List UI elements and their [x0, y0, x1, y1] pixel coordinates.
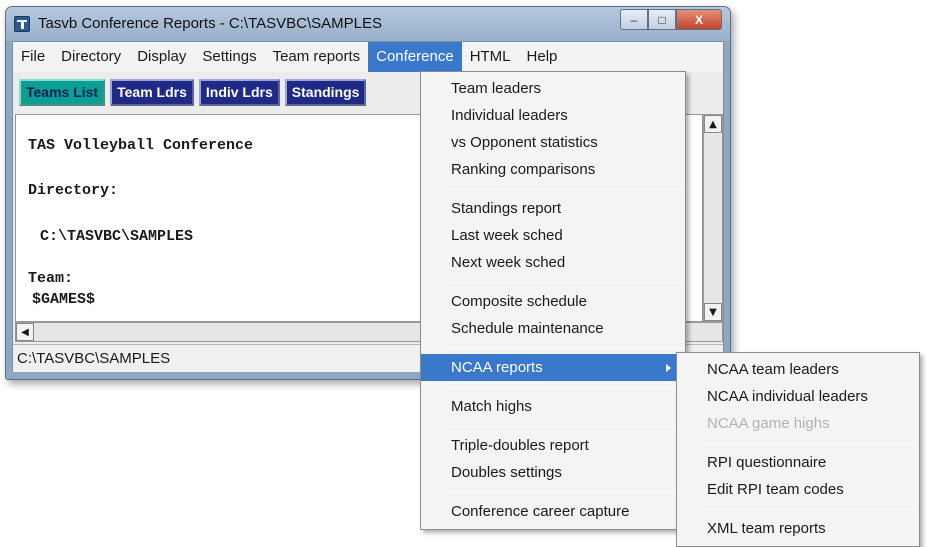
standings-button[interactable]: Standings: [284, 78, 367, 106]
menu-item-vs-opponent-statistics[interactable]: vs Opponent statistics: [421, 129, 685, 156]
menu-item-edit-rpi-team-codes[interactable]: Edit RPI team codes: [677, 476, 919, 503]
menu-item-ncaa-reports[interactable]: NCAA reports: [421, 354, 685, 381]
scroll-up-arrow-icon[interactable]: ▲: [704, 115, 722, 133]
minimize-button[interactable]: –: [620, 9, 648, 30]
menu-item-ncaa-team-leaders[interactable]: NCAA team leaders: [677, 356, 919, 383]
menu-item-standings-report[interactable]: Standings report: [421, 195, 685, 222]
menu-separator: [447, 387, 683, 388]
menu-item-last-week-sched[interactable]: Last week sched: [421, 222, 685, 249]
menu-team-reports[interactable]: Team reports: [265, 42, 369, 72]
menu-item-next-week-sched[interactable]: Next week sched: [421, 249, 685, 276]
teams-list-button[interactable]: Teams List: [19, 78, 106, 106]
team-value: $GAMES$: [32, 291, 96, 308]
app-icon[interactable]: [14, 16, 30, 32]
menu-item-conference-career-capture[interactable]: Conference career capture: [421, 498, 685, 525]
window-title: Tasvb Conference Reports - C:\TASVBC\SAM…: [38, 15, 383, 32]
menu-separator: [447, 282, 683, 283]
menu-item-individual-leaders[interactable]: Individual leaders: [421, 102, 685, 129]
menu-item-doubles-settings[interactable]: Doubles settings: [421, 459, 685, 486]
title-bar[interactable]: Tasvb Conference Reports - C:\TASVBC\SAM…: [6, 7, 730, 41]
menu-item-composite-schedule[interactable]: Composite schedule: [421, 288, 685, 315]
menu-file[interactable]: File: [13, 42, 53, 72]
scroll-down-arrow-icon[interactable]: ▼: [704, 303, 722, 321]
menu-item-match-highs[interactable]: Match highs: [421, 393, 685, 420]
menu-help[interactable]: Help: [519, 42, 566, 72]
menu-item-xml-team-reports[interactable]: XML team reports: [677, 515, 919, 542]
menu-item-triple-doubles-report[interactable]: Triple-doubles report: [421, 432, 685, 459]
team-label: Team:: [28, 270, 74, 287]
menu-separator: [447, 348, 683, 349]
menu-separator: [447, 189, 683, 190]
submenu-arrow-icon: [666, 364, 671, 372]
menu-display[interactable]: Display: [129, 42, 194, 72]
menu-directory[interactable]: Directory: [53, 42, 129, 72]
window-controls: – □ X: [620, 9, 722, 30]
menu-conference[interactable]: Conference: [368, 42, 462, 72]
menu-item-ncaa-individual-leaders[interactable]: NCAA individual leaders: [677, 383, 919, 410]
maximize-button[interactable]: □: [648, 9, 676, 30]
menu-separator: [703, 443, 917, 444]
directory-value: C:\TASVBC\SAMPLES: [40, 228, 194, 245]
directory-label: Directory:: [28, 182, 119, 199]
menu-item-schedule-maintenance[interactable]: Schedule maintenance: [421, 315, 685, 342]
ncaa-submenu: NCAA team leaders NCAA individual leader…: [676, 352, 920, 547]
menu-item-ncaa-reports-label: NCAA reports: [451, 359, 543, 376]
vertical-scrollbar[interactable]: ▲ ▼: [703, 114, 723, 322]
scroll-left-arrow-icon[interactable]: ◀: [16, 323, 34, 341]
menu-separator: [703, 509, 917, 510]
individual-leaders-button[interactable]: Indiv Ldrs: [198, 78, 280, 106]
team-leaders-button[interactable]: Team Ldrs: [110, 78, 194, 106]
menu-item-team-leaders[interactable]: Team leaders: [421, 75, 685, 102]
menu-bar: File Directory Display Settings Team rep…: [13, 42, 723, 72]
menu-item-ncaa-game-highs: NCAA game highs: [707, 415, 830, 432]
menu-settings[interactable]: Settings: [194, 42, 264, 72]
menu-item-ranking-comparisons[interactable]: Ranking comparisons: [421, 156, 685, 183]
menu-separator: [447, 492, 683, 493]
close-button[interactable]: X: [676, 9, 722, 30]
menu-separator: [447, 426, 683, 427]
conference-menu: Team leaders Individual leaders vs Oppon…: [420, 71, 686, 530]
conference-heading: TAS Volleyball Conference: [28, 137, 254, 154]
menu-item-rpi-questionnaire[interactable]: RPI questionnaire: [677, 449, 919, 476]
menu-html[interactable]: HTML: [462, 42, 519, 72]
